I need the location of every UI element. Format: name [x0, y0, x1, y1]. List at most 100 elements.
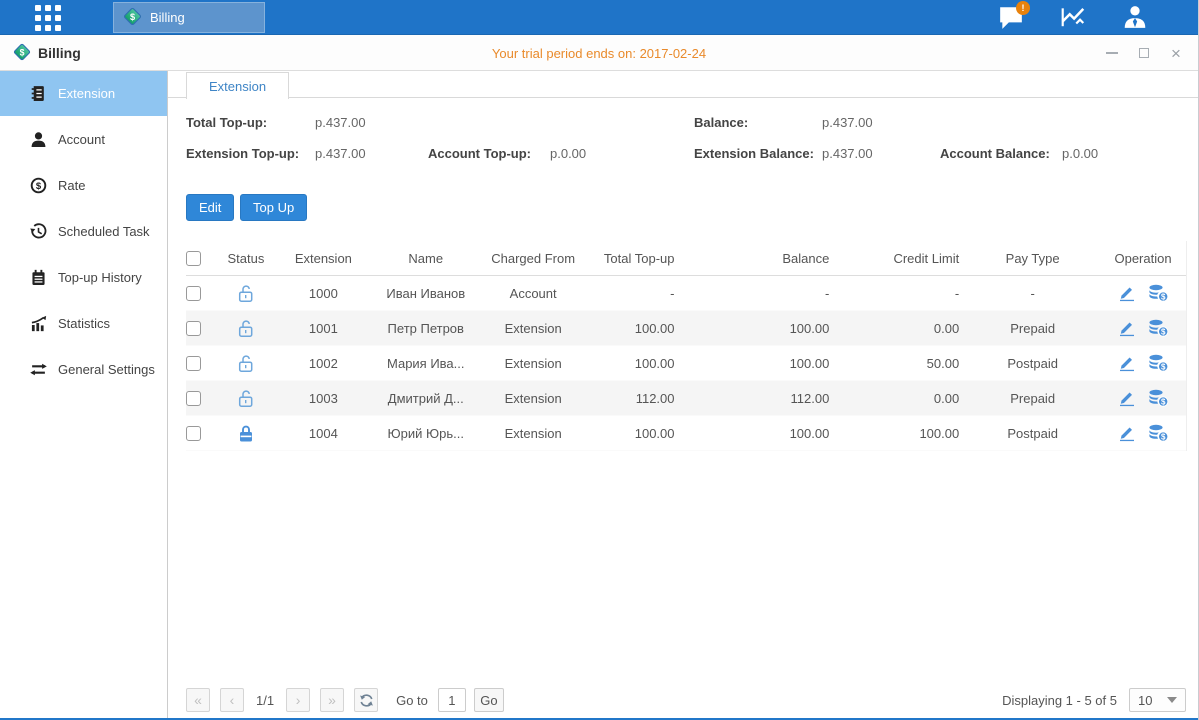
row-checkbox[interactable] — [186, 356, 201, 371]
sidebar-item-statistics[interactable]: Statistics — [0, 300, 167, 346]
notepad-icon — [30, 269, 47, 286]
cell-extension: 1000 — [276, 286, 371, 301]
row-checkbox[interactable] — [186, 391, 201, 406]
messages-icon[interactable]: ! — [998, 4, 1024, 30]
header-status: Status — [216, 251, 276, 266]
topup-coins-icon[interactable]: $ — [1147, 389, 1169, 407]
topup-coins-icon[interactable]: $ — [1147, 354, 1169, 372]
svg-text:$: $ — [1161, 433, 1166, 442]
cell-balance: 100.00 — [681, 321, 836, 336]
edit-pencil-icon[interactable] — [1117, 389, 1137, 407]
refresh-button[interactable] — [354, 688, 378, 712]
bar-chart-arrow-icon — [30, 315, 47, 332]
cell-name: Петр Петров — [371, 321, 481, 336]
billing-diamond-icon: $ — [12, 42, 32, 65]
cell-extension: 1004 — [276, 426, 371, 441]
account-balance-value: p.0.00 — [1062, 146, 1098, 161]
sidebar-item-label: Rate — [58, 178, 85, 193]
cell-balance: 100.00 — [681, 356, 836, 371]
svg-text:$: $ — [1161, 328, 1166, 337]
last-page-button[interactable]: » — [320, 688, 344, 712]
table-row[interactable]: 1004 Юрий Юрь... Extension 100.00 100.00… — [186, 416, 1186, 451]
select-all-checkbox[interactable] — [186, 251, 201, 266]
taskbar-tab-billing[interactable]: $ Billing — [113, 2, 265, 33]
header-balance: Balance — [681, 251, 836, 266]
cell-extension: 1003 — [276, 391, 371, 406]
table-row[interactable]: 1002 Мария Ива... Extension 100.00 100.0… — [186, 346, 1186, 381]
extension-balance-value: p.437.00 — [822, 146, 873, 161]
account-balance-label: Account Balance: — [940, 146, 1050, 161]
sidebar-item-account[interactable]: Account — [0, 116, 167, 162]
sidebar-item-scheduled-task[interactable]: Scheduled Task — [0, 208, 167, 254]
account-topup-label: Account Top-up: — [428, 146, 531, 161]
status-lock-icon — [216, 319, 276, 338]
cell-name: Юрий Юрь... — [371, 426, 481, 441]
cell-pay-type: Prepaid — [965, 321, 1100, 336]
cell-charged-from: Extension — [481, 321, 586, 336]
topup-coins-icon[interactable]: $ — [1147, 424, 1169, 442]
row-checkbox[interactable] — [186, 286, 201, 301]
first-page-button[interactable]: « — [186, 688, 210, 712]
total-topup-value: p.437.00 — [315, 115, 366, 130]
row-checkbox[interactable] — [186, 321, 201, 336]
go-button[interactable]: Go — [474, 688, 504, 712]
sidebar-item-label: Scheduled Task — [58, 224, 150, 239]
sidebar-item-extension[interactable]: Extension — [0, 71, 167, 116]
table-row[interactable]: 1003 Дмитрий Д... Extension 112.00 112.0… — [186, 381, 1186, 416]
balance-value: p.437.00 — [822, 115, 873, 130]
tab-extension[interactable]: Extension — [186, 72, 289, 99]
sidebar-item-topup-history[interactable]: Top-up History — [0, 254, 167, 300]
edit-button[interactable]: Edit — [186, 194, 234, 221]
prev-page-button[interactable]: ‹ — [220, 688, 244, 712]
header-name: Name — [371, 251, 481, 266]
total-topup-label: Total Top-up: — [186, 115, 267, 130]
notification-badge: ! — [1016, 1, 1030, 15]
edit-pencil-icon[interactable] — [1117, 354, 1137, 372]
edit-pencil-icon[interactable] — [1117, 424, 1137, 442]
goto-page-input[interactable] — [438, 688, 466, 712]
row-checkbox[interactable] — [186, 426, 201, 441]
minimize-button[interactable] — [1104, 45, 1120, 61]
close-button[interactable]: × — [1168, 45, 1184, 61]
status-lock-icon — [216, 284, 276, 303]
cell-total-topup: 100.00 — [586, 426, 681, 441]
cell-credit-limit: 50.00 — [835, 356, 965, 371]
page-size-select[interactable]: 10 — [1129, 688, 1186, 712]
cell-credit-limit: 100.00 — [835, 426, 965, 441]
apps-grid-icon[interactable] — [35, 5, 71, 31]
dollar-circle-icon: $ — [30, 177, 47, 194]
cell-pay-type: Postpaid — [965, 356, 1100, 371]
table-header-row: Status Extension Name Charged From Total… — [186, 241, 1186, 276]
header-charged-from: Charged From — [481, 251, 586, 266]
sidebar-item-rate[interactable]: $ Rate — [0, 162, 167, 208]
topup-button[interactable]: Top Up — [240, 194, 307, 221]
table-body: 1000 Иван Иванов Account - - - - $ — [186, 276, 1186, 451]
next-page-button[interactable]: › — [286, 688, 310, 712]
edit-pencil-icon[interactable] — [1117, 319, 1137, 337]
sidebar-item-general-settings[interactable]: General Settings — [0, 346, 167, 392]
chevron-down-icon — [1167, 697, 1177, 703]
displaying-info: Displaying 1 - 5 of 5 — [1002, 693, 1117, 708]
cell-charged-from: Extension — [481, 391, 586, 406]
topup-coins-icon[interactable]: $ — [1147, 284, 1169, 302]
topup-coins-icon[interactable]: $ — [1147, 319, 1169, 337]
svg-text:$: $ — [20, 47, 25, 57]
cell-charged-from: Extension — [481, 426, 586, 441]
cell-credit-limit: - — [835, 286, 965, 301]
user-account-icon[interactable] — [1122, 4, 1148, 30]
extension-topup-label: Extension Top-up: — [186, 146, 299, 161]
cell-credit-limit: 0.00 — [835, 321, 965, 336]
cell-charged-from: Account — [481, 286, 586, 301]
status-lock-icon — [216, 354, 276, 373]
edit-pencil-icon[interactable] — [1117, 284, 1137, 302]
cell-charged-from: Extension — [481, 356, 586, 371]
table-row[interactable]: 1001 Петр Петров Extension 100.00 100.00… — [186, 311, 1186, 346]
main-content: Extension Total Top-up: p.437.00 Balance… — [168, 71, 1198, 718]
maximize-button[interactable] — [1136, 45, 1152, 61]
statistics-chart-icon[interactable] — [1060, 4, 1086, 30]
cell-pay-type: Prepaid — [965, 391, 1100, 406]
cell-name: Иван Иванов — [371, 286, 481, 301]
header-credit-limit: Credit Limit — [835, 251, 965, 266]
cell-credit-limit: 0.00 — [835, 391, 965, 406]
table-row[interactable]: 1000 Иван Иванов Account - - - - $ — [186, 276, 1186, 311]
